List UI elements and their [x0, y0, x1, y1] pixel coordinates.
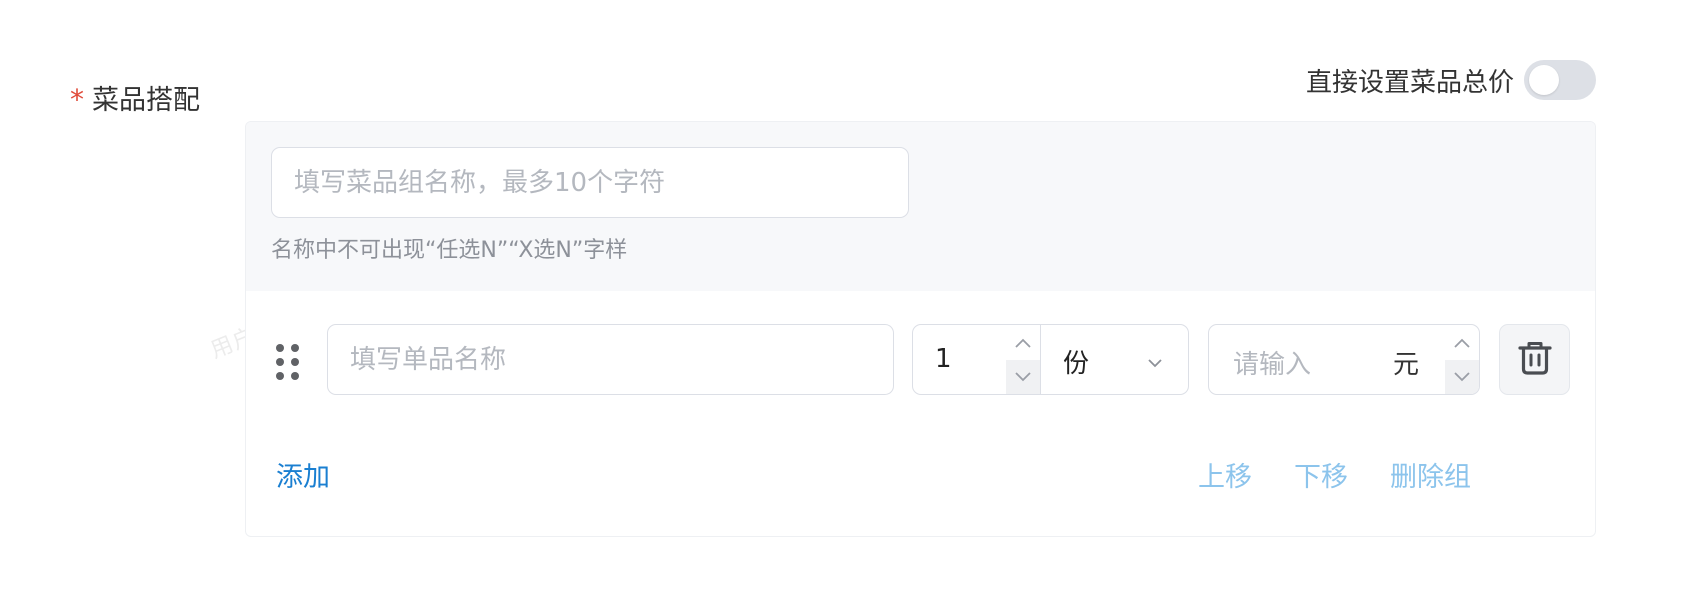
toggle-knob	[1529, 65, 1559, 95]
item-name-input[interactable]	[327, 324, 894, 395]
price-placeholder: 请输入	[1233, 350, 1312, 380]
chevron-down-icon[interactable]	[1445, 360, 1479, 394]
chevron-down-icon	[1148, 353, 1162, 372]
chevron-up-icon[interactable]	[1006, 326, 1040, 360]
price-toggle-switch[interactable]	[1524, 60, 1596, 100]
chevron-down-icon[interactable]	[1006, 360, 1040, 394]
field-label: * 菜品搭配	[70, 78, 200, 117]
unit-value: 份	[1063, 349, 1090, 379]
price-stepper-controls	[1445, 325, 1479, 394]
group-name-hint: 名称中不可出现“任选N”“X选N”字样	[271, 238, 628, 263]
dish-group-card: 名称中不可出现“任选N”“X选N”字样 1 份 请输入	[245, 121, 1596, 537]
drag-handle-icon[interactable]	[276, 344, 300, 380]
price-toggle-row: 直接设置菜品总价	[1306, 60, 1596, 100]
quantity-unit-group: 1 份	[912, 324, 1189, 395]
currency-label: 元	[1393, 350, 1420, 380]
trash-icon	[1517, 340, 1552, 380]
group-name-input[interactable]	[271, 147, 909, 218]
add-item-link[interactable]: 添加	[276, 455, 330, 494]
unit-select[interactable]: 份	[1041, 325, 1188, 394]
delete-group-link[interactable]: 删除组	[1390, 455, 1471, 494]
quantity-value: 1	[935, 344, 952, 374]
chevron-up-icon[interactable]	[1445, 326, 1479, 360]
quantity-stepper[interactable]: 1	[913, 325, 1041, 394]
move-down-link[interactable]: 下移	[1294, 455, 1348, 494]
delete-item-button[interactable]	[1499, 324, 1570, 395]
quantity-stepper-controls	[1006, 325, 1040, 394]
required-mark: *	[70, 83, 84, 116]
price-input[interactable]: 请输入 元	[1208, 324, 1480, 395]
move-up-link[interactable]: 上移	[1198, 455, 1252, 494]
field-label-text: 菜品搭配	[92, 85, 200, 116]
price-toggle-label: 直接设置菜品总价	[1305, 67, 1514, 98]
